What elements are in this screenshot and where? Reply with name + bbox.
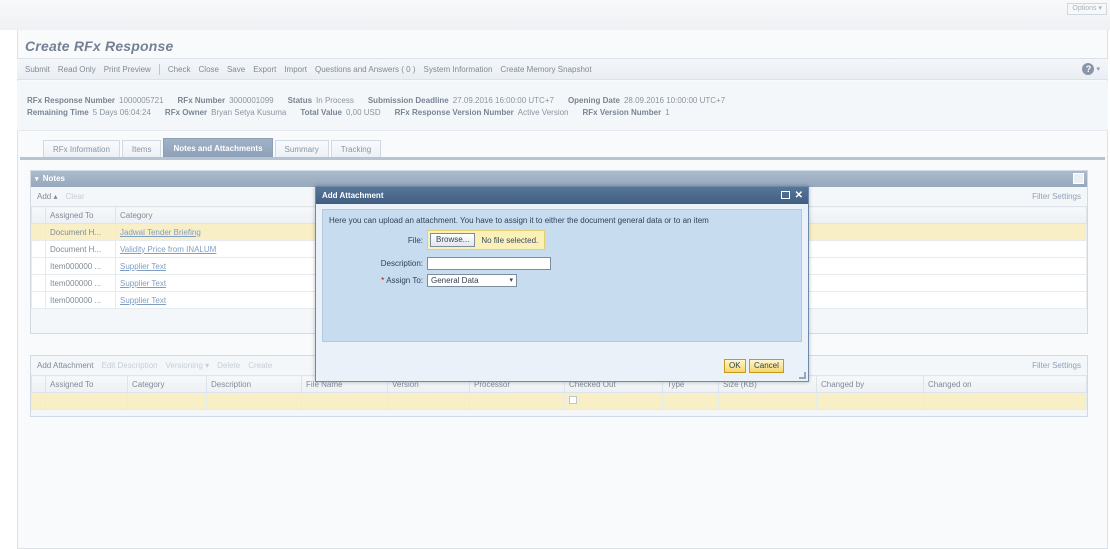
maximize-icon[interactable]: [781, 191, 790, 199]
dialog-body: Here you can upload an attachment. You h…: [322, 209, 802, 342]
dialog-footer: OK Cancel: [316, 345, 808, 381]
close-icon[interactable]: ✕: [795, 187, 803, 204]
file-picker: Browse... No file selected.: [427, 230, 546, 250]
description-row: Description:: [323, 257, 551, 270]
description-label: Description:: [380, 259, 423, 268]
add-attachment-dialog: Add Attachment ✕ Here you can upload an …: [315, 186, 809, 382]
description-input[interactable]: [427, 257, 551, 270]
assign-to-select[interactable]: General Data ▾: [427, 274, 517, 287]
resize-grip-icon[interactable]: [799, 372, 806, 379]
ok-button[interactable]: OK: [724, 359, 746, 373]
assign-label-wrap: * Assign To:: [323, 276, 423, 285]
assign-label: Assign To:: [386, 276, 423, 285]
assign-row: * Assign To: General Data ▾: [323, 274, 517, 287]
browse-button[interactable]: Browse...: [430, 233, 476, 247]
file-label: File:: [407, 235, 423, 245]
chevron-down-icon[interactable]: ▾: [509, 275, 513, 286]
dialog-intro-text: Here you can upload an attachment. You h…: [329, 216, 709, 225]
cancel-button[interactable]: Cancel: [749, 359, 784, 373]
dialog-title: Add Attachment: [322, 191, 384, 200]
assign-to-value: General Data: [431, 276, 479, 285]
no-file-text: No file selected.: [481, 235, 539, 245]
dialog-titlebar[interactable]: Add Attachment ✕: [316, 187, 808, 204]
file-row: File: Browse... No file selected.: [323, 230, 546, 250]
required-mark: *: [381, 276, 385, 285]
